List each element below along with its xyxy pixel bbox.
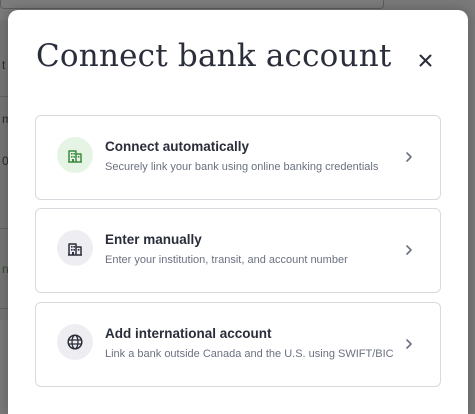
globe-icon <box>67 334 83 350</box>
option-icon-circle <box>57 230 93 266</box>
enter-manually-option[interactable]: Enter manually Enter your institution, t… <box>35 208 441 293</box>
add-international-account-option[interactable]: Add international account Link a bank ou… <box>35 302 441 387</box>
bank-building-icon <box>68 150 82 163</box>
connect-automatically-option[interactable]: Connect automatically Securely link your… <box>35 115 441 200</box>
option-icon-circle <box>57 324 93 360</box>
option-icon-circle <box>57 137 93 173</box>
option-title: Add international account <box>105 326 272 341</box>
option-description: Link a bank outside Canada and the U.S. … <box>105 348 394 360</box>
bank-building-icon <box>68 243 82 256</box>
option-description: Securely link your bank using online ban… <box>105 161 379 173</box>
chevron-right-icon <box>404 244 414 256</box>
connect-bank-modal: Connect bank account Connect automatical… <box>8 10 468 414</box>
background-top-bar <box>0 0 384 9</box>
close-button[interactable] <box>412 49 438 71</box>
option-title: Enter manually <box>105 232 202 247</box>
chevron-right-icon <box>404 338 414 350</box>
option-description: Enter your institution, transit, and acc… <box>105 254 348 266</box>
chevron-right-icon <box>404 151 414 163</box>
modal-title: Connect bank account <box>36 38 392 74</box>
option-title: Connect automatically <box>105 139 250 154</box>
close-icon <box>419 54 431 66</box>
background-text-fragment: t <box>2 58 6 72</box>
